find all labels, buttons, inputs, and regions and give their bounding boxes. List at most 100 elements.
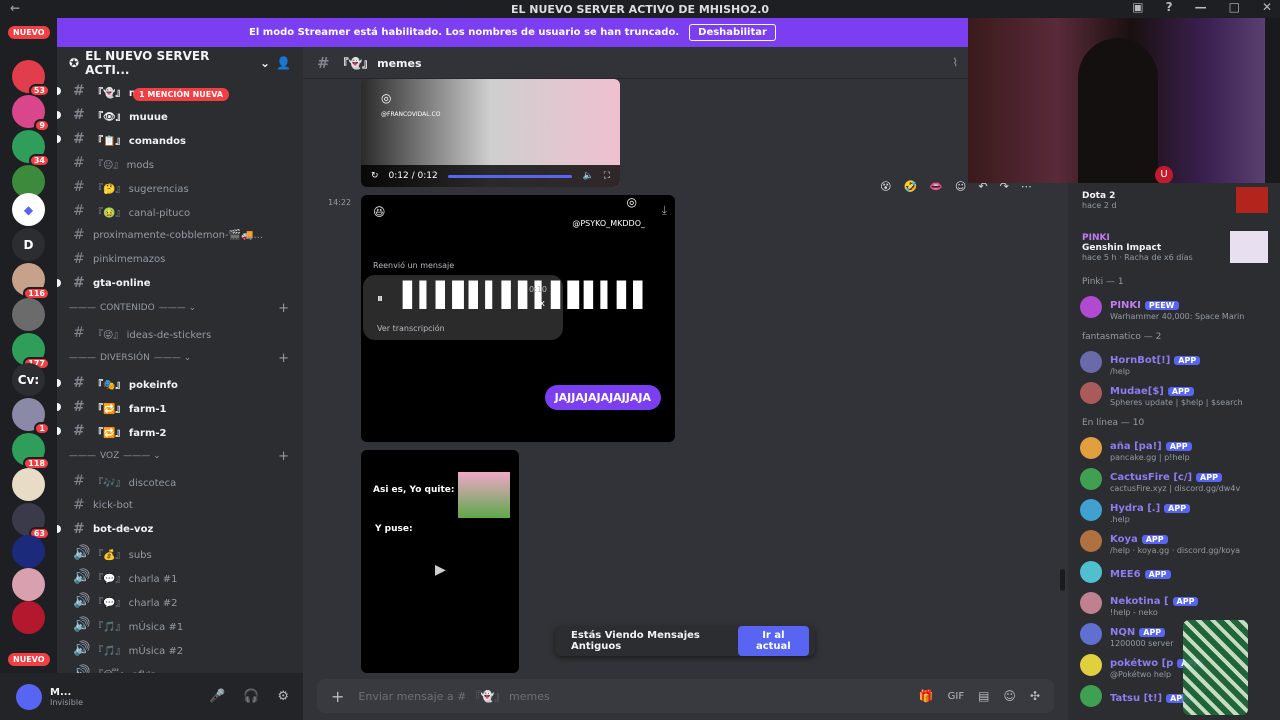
server-icon[interactable] [12, 535, 45, 568]
member-item[interactable]: PINKI PEEW Warhammer 40,000: Space Marin [1068, 291, 1280, 322]
server-icon[interactable] [12, 601, 45, 634]
scrollbar[interactable] [1060, 569, 1065, 591]
member-item[interactable]: Nekotina [APP !help - neko [1068, 587, 1280, 618]
server-icon[interactable]: 34 [12, 130, 50, 167]
new-mention-pill[interactable]: 1 MENCIÓN NUEVA [133, 88, 230, 101]
server-icon[interactable]: 177 [12, 333, 50, 370]
server-icon[interactable]: 9 [12, 95, 50, 132]
channel-item[interactable]: # gta-online [57, 271, 303, 295]
server-icon[interactable] [12, 568, 45, 601]
back-arrow-icon[interactable]: ← [10, 1, 20, 15]
close-icon[interactable]: ✕ [1262, 0, 1272, 14]
category-header[interactable]: ——— CONTENIDO ——— ⌄ + [57, 295, 303, 321]
member-item[interactable]: MEE6 APP [1068, 556, 1280, 587]
plus-icon[interactable]: + [331, 687, 344, 706]
channel-item[interactable]: # 『🤔』 sugerencias [57, 175, 303, 199]
channel-item[interactable]: # 『😜』 ideas-de-stickers [57, 321, 303, 345]
maximize-icon[interactable]: □ [1229, 0, 1240, 14]
sticker-icon[interactable]: ▤ [978, 689, 989, 703]
disable-streamer-button[interactable]: Deshabilitar [689, 24, 776, 41]
server-icon[interactable]: 1 [12, 398, 50, 435]
server-icon[interactable]: 116 [12, 263, 50, 300]
apps-icon[interactable]: ✣ [1030, 689, 1040, 703]
channel-item[interactable]: 🔊 『💬』 charla #2 [57, 589, 303, 613]
server-icon[interactable]: 63 [12, 503, 50, 540]
microphone-icon[interactable]: 🎤 [209, 689, 225, 704]
server-icon[interactable] [12, 468, 45, 501]
new-servers-pill[interactable]: NUEVO [8, 26, 50, 39]
invite-user-icon[interactable]: 👤 [276, 56, 291, 70]
add-reaction-icon[interactable]: ☺ [955, 180, 966, 193]
gift-icon[interactable]: 🎁 [919, 689, 934, 703]
inbox-icon[interactable]: ▣ [1132, 0, 1143, 14]
reaction-emoji[interactable]: 👄 [929, 180, 943, 193]
channel-item[interactable]: # 『😐』 mods [57, 151, 303, 175]
gear-icon[interactable]: ⚙ [277, 689, 289, 704]
channel-item[interactable]: 🔊 『💰』 subs [57, 541, 303, 565]
channel-item[interactable]: # 『🔁』 farm-1 [57, 395, 303, 419]
server-icon[interactable]: Cv: [12, 363, 45, 396]
category-header[interactable]: ——— DIVERSIÓN ——— ⌄ + [57, 345, 303, 371]
channel-item[interactable]: 🔊『😴』 afk's [57, 661, 303, 673]
volume-icon[interactable]: 🔈 [582, 171, 593, 181]
image-attachment[interactable]: Asi es, Yo quite: Y puse: ▶ [361, 450, 519, 673]
avatar[interactable] [16, 683, 42, 710]
member-item[interactable]: CactusFire [c/] APP cactusFire.xyz | disco… [1068, 463, 1280, 494]
pause-icon[interactable]: ⏸ [377, 291, 383, 306]
new-servers-pill[interactable]: NUEVO [8, 653, 50, 666]
server-icon[interactable] [12, 298, 45, 331]
reaction-emoji[interactable]: 😵 [880, 180, 891, 193]
add-channel-icon[interactable]: + [278, 449, 289, 464]
channel-item[interactable]: 🔊 『🎵』 mÚsica #1 [57, 613, 303, 637]
channel-item[interactable]: 🔊 『🎵』 mÚsica #2 [57, 637, 303, 661]
member-item[interactable]: Mudae[$] APP Spheres update | $help | $sea… [1068, 377, 1280, 408]
play-icon[interactable]: ▶ [435, 562, 446, 578]
jump-to-present-button[interactable]: Ir al actual [737, 626, 809, 656]
channel-item[interactable]: # 『🤢』 canal-pituco [57, 199, 303, 223]
member-item[interactable]: Koya APP/help · koya.gg · discord.gg/koya [1068, 525, 1280, 556]
minimize-icon[interactable]: — [1195, 0, 1207, 14]
channel-item[interactable]: # 『🎶』 discoteca [57, 469, 303, 493]
transcript-link[interactable]: Ver transcripción [377, 324, 445, 333]
server-icon[interactable]: 118 [12, 433, 50, 470]
channel-item[interactable]: # 『🔁』 farm-2 [57, 419, 303, 443]
server-icon[interactable]: ◆ [12, 193, 45, 226]
channel-item[interactable]: # 『🎭』 pokeinfo [57, 371, 303, 395]
channel-item[interactable]: # proximamente-cobblemon-🎬🚚... [57, 223, 303, 247]
activity-card[interactable]: Dota 2 hace 2 d [1068, 183, 1280, 217]
add-channel-icon[interactable]: + [278, 301, 289, 316]
headphones-icon[interactable]: 🎧 [243, 689, 259, 704]
member-item[interactable]: aña [pa!] APP pancake.gg | p!help [1068, 432, 1280, 463]
threads-icon[interactable]: ⌇ [953, 56, 958, 69]
add-channel-icon[interactable]: + [278, 351, 289, 366]
user-info[interactable]: M... Invisible [50, 687, 83, 707]
channel-item[interactable]: # 『📋』 comandos [57, 127, 303, 151]
server-header[interactable]: ✪ EL NUEVO SERVER ACTI... ⌄ 👤 [57, 47, 303, 79]
channel-item[interactable]: # pinkimemazos [57, 247, 303, 271]
server-icon[interactable]: 53 [12, 60, 50, 97]
video-attachment[interactable]: ◎ @FRANCOVIDAL.CO ↻ 0:12 / 0:12 🔈 ⛶ [361, 79, 620, 187]
channel-item[interactable]: # 『👁』 muuue [57, 103, 303, 127]
gif-icon[interactable]: GIF [948, 691, 964, 702]
help-icon[interactable]: ? [1166, 0, 1173, 14]
channel-item[interactable]: 🔊 『💬』 charla #1 [57, 565, 303, 589]
replay-icon[interactable]: ↻ [371, 171, 379, 181]
member-item[interactable]: HornBot[!] APP/help [1068, 346, 1280, 377]
channel-item[interactable]: # kick-bot [57, 493, 303, 517]
chevron-down-icon[interactable]: ⌄ [260, 56, 270, 70]
download-icon[interactable]: ⤓ [662, 203, 667, 218]
channel-item[interactable]: # bot-de-voz [57, 517, 303, 541]
fullscreen-icon[interactable]: ⛶ [604, 171, 610, 181]
message-input[interactable] [358, 689, 905, 703]
member-item[interactable]: Hydra [.] APP .help [1068, 494, 1280, 525]
image-attachment[interactable]: 😆 ◎ ⤓ @PSYKO_MKDDO_ Reenvió un mensaje ⏸… [361, 195, 675, 442]
member-item[interactable]: pokétwo [pAPP@Pokétwo help [1068, 649, 1280, 680]
member-item[interactable]: NQN APP 1200000 server [1068, 618, 1280, 649]
activity-card[interactable]: PINKI Genshin Impact hace 5 h · Racha de… [1068, 227, 1280, 267]
member-item[interactable]: Tatsu [t!] APP [1068, 680, 1280, 711]
category-header[interactable]: ——— VOZ ——— ⌄ + [57, 443, 303, 469]
server-icon[interactable]: D [12, 228, 45, 261]
reaction-emoji[interactable]: 🤣 [903, 180, 917, 193]
emoji-icon[interactable]: ☺ [1003, 689, 1016, 703]
playback-speed[interactable]: 1x [534, 299, 545, 309]
